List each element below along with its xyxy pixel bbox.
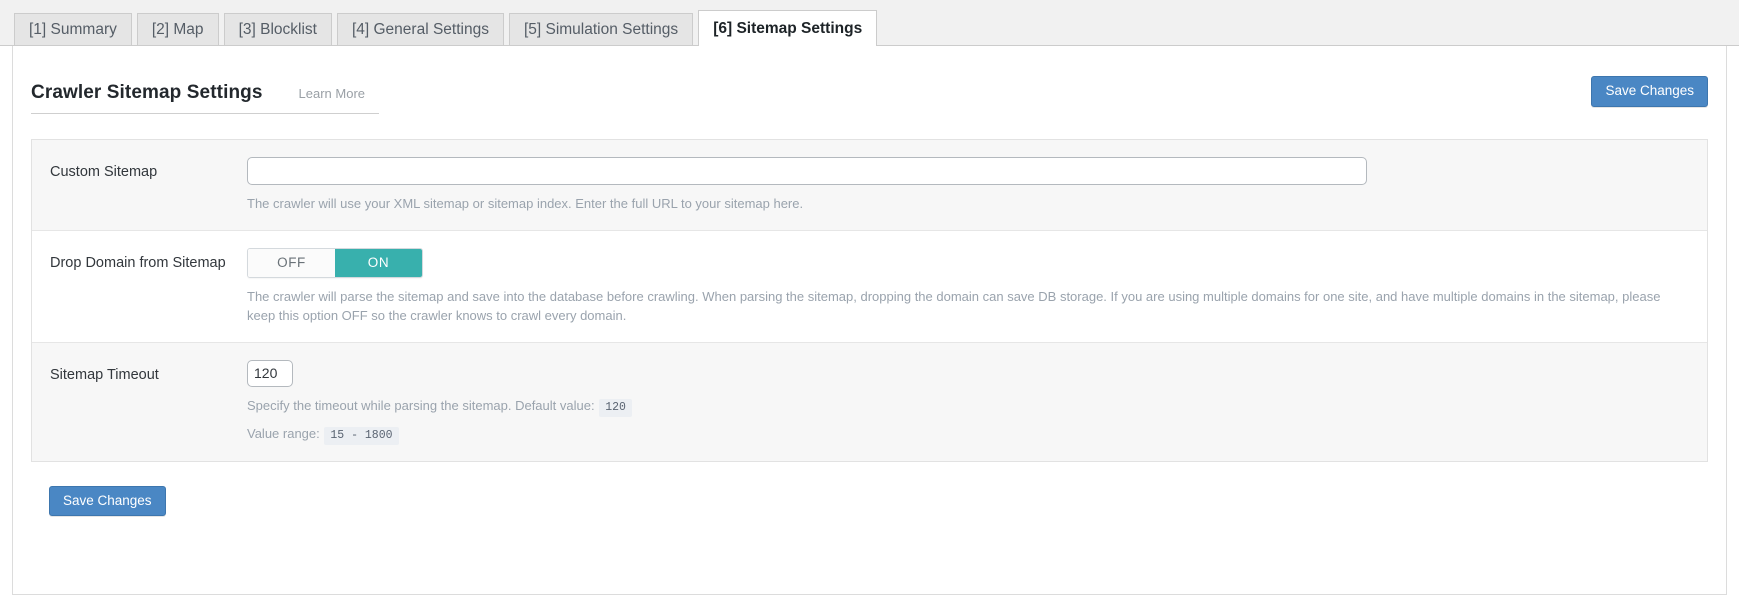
sitemap-timeout-input[interactable] <box>247 359 293 387</box>
page-footer: Save Changes <box>31 462 1708 517</box>
custom-sitemap-help: The crawler will use your XML sitemap or… <box>247 196 804 211</box>
setting-label-sitemap-timeout: Sitemap Timeout <box>50 366 159 383</box>
tab-label: [2] Map <box>151 20 204 38</box>
page-title: Crawler Sitemap Settings <box>31 82 263 103</box>
settings-table: Custom Sitemap The crawler will use your… <box>31 139 1708 462</box>
tab-label: [3] Blocklist <box>238 20 317 38</box>
tab-general-settings[interactable]: [4] General Settings <box>336 13 504 45</box>
tab-label: [5] Simulation Settings <box>523 20 679 38</box>
tab-blocklist[interactable]: [3] Blocklist <box>223 13 332 45</box>
range-value-badge: 15 - 1800 <box>324 427 399 446</box>
setting-label-drop-domain: Drop Domain from Sitemap <box>50 254 226 271</box>
timeout-help-text: Specify the timeout while parsing the si… <box>247 397 595 413</box>
page-body: Crawler Sitemap Settings Learn More Save… <box>0 46 1739 595</box>
toggle-option-off[interactable]: OFF <box>248 248 335 277</box>
range-label: Value range: <box>247 426 320 442</box>
custom-sitemap-input[interactable] <box>247 157 1367 185</box>
tab-sitemap-settings[interactable]: [6] Sitemap Settings <box>698 10 878 46</box>
save-changes-button-bottom[interactable]: Save Changes <box>49 485 166 517</box>
learn-more-link[interactable]: Learn More <box>299 86 365 101</box>
tab-simulation-settings[interactable]: [5] Simulation Settings <box>508 13 694 45</box>
title-group: Crawler Sitemap Settings Learn More <box>31 82 380 114</box>
content-panel: Crawler Sitemap Settings Learn More Save… <box>12 46 1727 595</box>
tab-label: [6] Sitemap Settings <box>713 19 863 37</box>
save-changes-button-top[interactable]: Save Changes <box>1591 76 1708 107</box>
tab-bar: [1] Summary [2] Map [3] Blocklist [4] Ge… <box>0 0 1739 46</box>
setting-label-custom-sitemap: Custom Sitemap <box>50 164 158 180</box>
setting-field-drop-domain: OFF ON The crawler will parse the sitema… <box>247 247 1707 326</box>
setting-row-sitemap-timeout: Sitemap Timeout Specify the timeout whil… <box>32 342 1707 461</box>
tab-summary[interactable]: [1] Summary <box>14 13 132 45</box>
setting-row-drop-domain: Drop Domain from Sitemap OFF ON The craw… <box>32 230 1707 343</box>
setting-field-sitemap-timeout: Specify the timeout while parsing the si… <box>247 359 1707 446</box>
sitemap-timeout-range: Value range: 15 - 1800 <box>247 425 1667 446</box>
sitemap-timeout-help: Specify the timeout while parsing the si… <box>247 397 1667 417</box>
tab-map[interactable]: [2] Map <box>136 13 219 45</box>
timeout-default-badge: 120 <box>599 398 632 417</box>
setting-field-custom-sitemap: The crawler will use your XML sitemap or… <box>247 157 1707 214</box>
drop-domain-help: The crawler will parse the sitemap and s… <box>247 288 1661 323</box>
setting-row-custom-sitemap: Custom Sitemap The crawler will use your… <box>32 140 1707 231</box>
tab-label: [1] Summary <box>29 20 117 38</box>
page-header: Crawler Sitemap Settings Learn More Save… <box>31 46 1708 120</box>
toggle-option-on[interactable]: ON <box>335 248 422 277</box>
drop-domain-toggle[interactable]: OFF ON <box>247 247 423 278</box>
tab-label: [4] General Settings <box>351 20 489 38</box>
